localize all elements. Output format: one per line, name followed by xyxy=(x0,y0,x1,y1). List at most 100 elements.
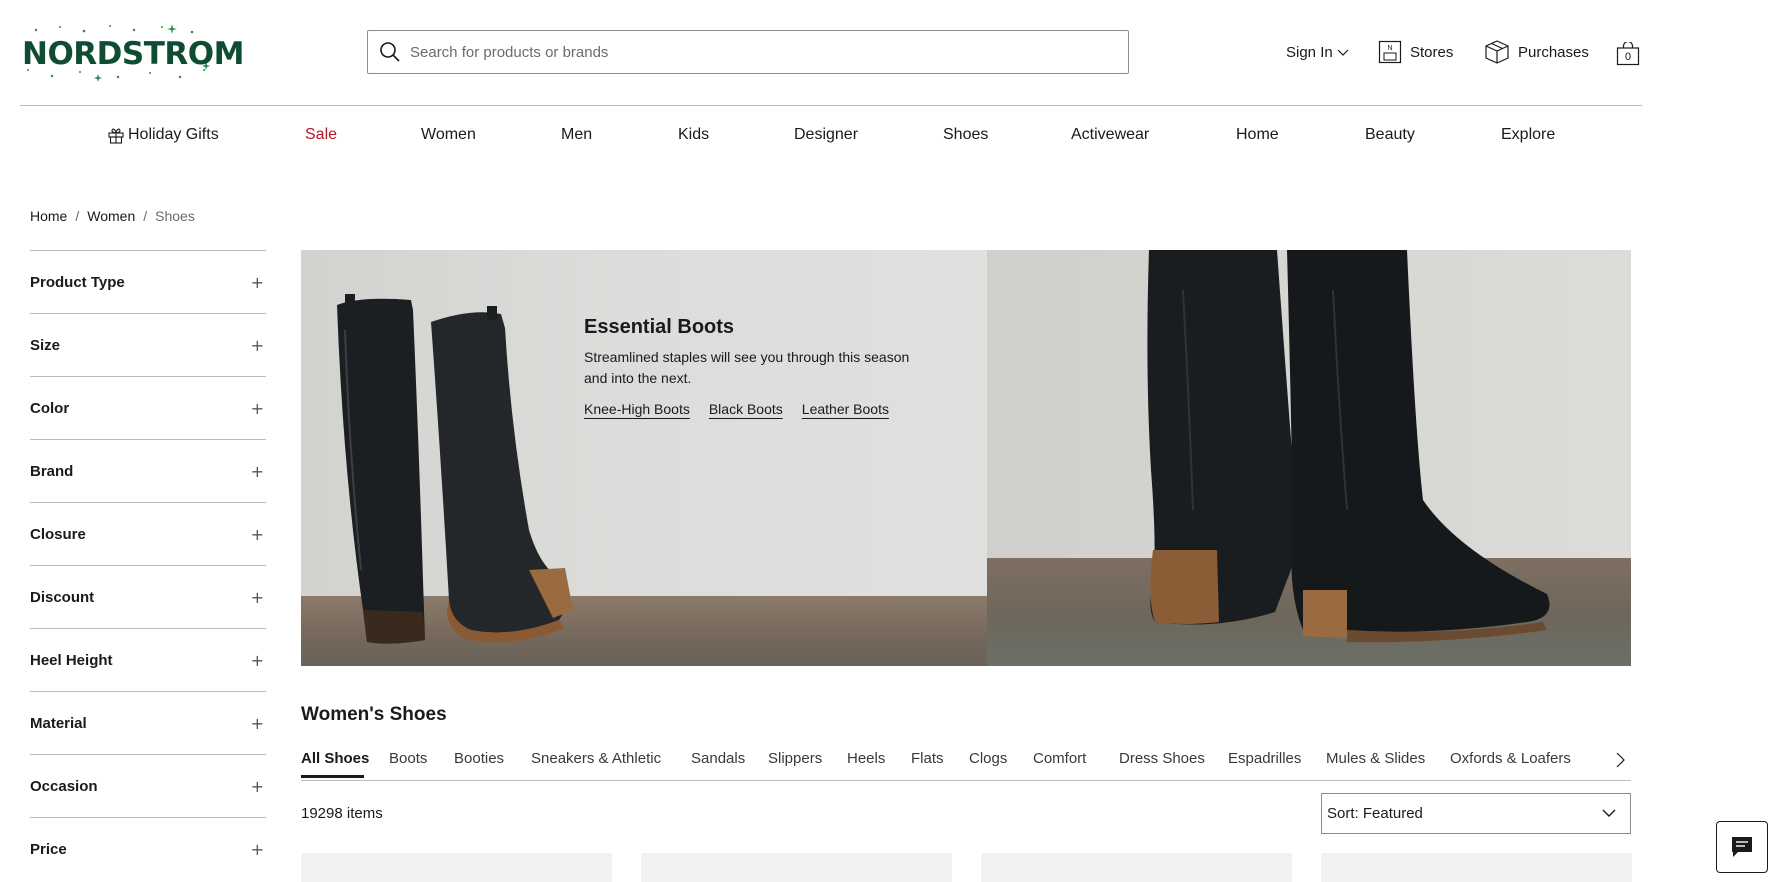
hero-link-knee-high-boots[interactable]: Knee-High Boots xyxy=(584,401,690,417)
svg-text:N: N xyxy=(1387,45,1392,52)
hero-link-black-boots[interactable]: Black Boots xyxy=(709,401,783,417)
search-bar[interactable] xyxy=(367,30,1129,74)
boots-pair-image xyxy=(337,294,573,644)
filter-label: Color xyxy=(30,399,70,417)
breadcrumb-women[interactable]: Women xyxy=(87,208,135,224)
chevron-down-icon xyxy=(1602,809,1616,817)
filter-label: Closure xyxy=(30,525,86,543)
main-navigation: Holiday Gifts Sale Women Men Kids Design… xyxy=(0,126,1660,148)
plus-icon: + xyxy=(250,776,264,796)
hero-links: Knee-High Boots Black Boots Leather Boot… xyxy=(584,401,924,417)
breadcrumb-shoes: Shoes xyxy=(155,208,195,224)
nav-item-explore[interactable]: Explore xyxy=(1501,126,1555,144)
plus-icon: + xyxy=(250,587,264,607)
tab-clogs[interactable]: Clogs xyxy=(969,750,1007,767)
filter-material[interactable]: Material + xyxy=(30,691,266,754)
tabs-next-button[interactable] xyxy=(1611,750,1629,770)
filter-label: Material xyxy=(30,714,87,732)
nav-item-home[interactable]: Home xyxy=(1236,126,1279,144)
plus-icon: + xyxy=(250,335,264,355)
sign-in-button[interactable]: Sign In xyxy=(1286,44,1349,61)
plus-icon: + xyxy=(250,398,264,418)
tab-sneakers-athletic[interactable]: Sneakers & Athletic xyxy=(531,750,661,767)
nav-item-designer[interactable]: Designer xyxy=(794,126,858,144)
box-icon xyxy=(1485,40,1509,64)
breadcrumb: Home / Women / Shoes xyxy=(30,208,195,224)
tab-sandals[interactable]: Sandals xyxy=(691,750,745,767)
nav-item-shoes[interactable]: Shoes xyxy=(943,126,988,144)
nav-label-holiday-gifts: Holiday Gifts xyxy=(128,126,219,143)
filter-price[interactable]: Price + xyxy=(30,817,266,880)
tab-boots[interactable]: Boots xyxy=(389,750,427,767)
filter-color[interactable]: Color + xyxy=(30,376,266,439)
plus-icon: + xyxy=(250,461,264,481)
breadcrumb-home[interactable]: Home xyxy=(30,208,67,224)
chevron-right-icon xyxy=(1616,752,1625,768)
nav-item-holiday-gifts[interactable]: Holiday Gifts xyxy=(108,126,219,144)
tab-dress-shoes[interactable]: Dress Shoes xyxy=(1119,750,1205,767)
purchases-label: Purchases xyxy=(1518,43,1589,61)
item-count: 19298 items xyxy=(301,805,383,822)
nav-item-men[interactable]: Men xyxy=(561,126,592,144)
tab-flats[interactable]: Flats xyxy=(911,750,944,767)
hero-title: Essential Boots xyxy=(584,316,735,338)
shopping-bag-button[interactable]: 0 xyxy=(1616,40,1640,66)
gift-icon xyxy=(108,128,124,144)
breadcrumb-separator: / xyxy=(143,208,148,224)
header-divider xyxy=(20,105,1642,106)
plus-icon: + xyxy=(250,650,264,670)
plus-icon: + xyxy=(250,524,264,544)
plus-icon: + xyxy=(250,839,264,859)
filter-discount[interactable]: Discount + xyxy=(30,565,266,628)
sign-in-label: Sign In xyxy=(1286,44,1333,61)
hero-image-left xyxy=(301,250,987,666)
tab-oxfords-loafers[interactable]: Oxfords & Loafers xyxy=(1450,750,1571,767)
filter-heel-height[interactable]: Heel Height + xyxy=(30,628,266,691)
nav-item-sale[interactable]: Sale xyxy=(305,126,337,144)
filter-closure[interactable]: Closure + xyxy=(30,502,266,565)
product-card[interactable] xyxy=(1321,853,1632,882)
hero-subtitle: Streamlined staples will see you through… xyxy=(584,349,910,386)
filter-label: Occasion xyxy=(30,777,98,795)
product-card[interactable] xyxy=(641,853,952,882)
tab-slippers[interactable]: Slippers xyxy=(768,750,822,767)
active-tab-indicator xyxy=(301,775,364,778)
tab-espadrilles[interactable]: Espadrilles xyxy=(1228,750,1301,767)
tab-all-shoes[interactable]: All Shoes xyxy=(301,750,369,767)
filter-label: Product Type xyxy=(30,273,125,291)
filter-occasion[interactable]: Occasion + xyxy=(30,754,266,817)
nordstrom-logo[interactable]: NORDSTROM xyxy=(22,22,244,82)
filter-label: Heel Height xyxy=(30,651,113,669)
tab-comfort[interactable]: Comfort xyxy=(1033,750,1086,767)
chat-button[interactable] xyxy=(1716,821,1768,873)
hero-copy: Essential Boots Streamlined staples will… xyxy=(584,316,924,417)
breadcrumb-separator: / xyxy=(75,208,80,224)
search-icon[interactable] xyxy=(378,40,402,64)
tab-booties[interactable]: Booties xyxy=(454,750,504,767)
hero-link-leather-boots[interactable]: Leather Boots xyxy=(802,401,889,417)
product-card[interactable] xyxy=(301,853,612,882)
search-input[interactable] xyxy=(410,43,1090,61)
nav-item-beauty[interactable]: Beauty xyxy=(1365,126,1415,144)
tab-mules-slides[interactable]: Mules & Slides xyxy=(1326,750,1425,767)
tab-heels[interactable]: Heels xyxy=(847,750,885,767)
hero-image-right xyxy=(987,250,1631,666)
filter-sidebar: Product Type + Size + Color + Brand + Closur… xyxy=(30,250,266,880)
store-icon: N xyxy=(1378,40,1402,64)
filter-product-type[interactable]: Product Type + xyxy=(30,250,266,313)
bag-count: 0 xyxy=(1624,51,1632,63)
nav-item-activewear[interactable]: Activewear xyxy=(1071,126,1149,144)
boots-closeup-image xyxy=(1147,250,1550,643)
filter-brand[interactable]: Brand + xyxy=(30,439,266,502)
filter-size[interactable]: Size + xyxy=(30,313,266,376)
page-title: Women's Shoes xyxy=(301,704,447,725)
nav-item-kids[interactable]: Kids xyxy=(678,126,709,144)
filter-label: Size xyxy=(30,336,61,354)
hero-banner[interactable]: Essential Boots Streamlined staples will… xyxy=(301,250,1631,666)
nav-item-women[interactable]: Women xyxy=(421,126,476,144)
chevron-down-icon xyxy=(1337,49,1349,56)
sort-dropdown[interactable]: Sort: Featured xyxy=(1321,793,1631,834)
stores-link[interactable]: N Stores xyxy=(1378,40,1453,64)
product-card[interactable] xyxy=(981,853,1292,882)
purchases-link[interactable]: Purchases xyxy=(1484,40,1589,64)
